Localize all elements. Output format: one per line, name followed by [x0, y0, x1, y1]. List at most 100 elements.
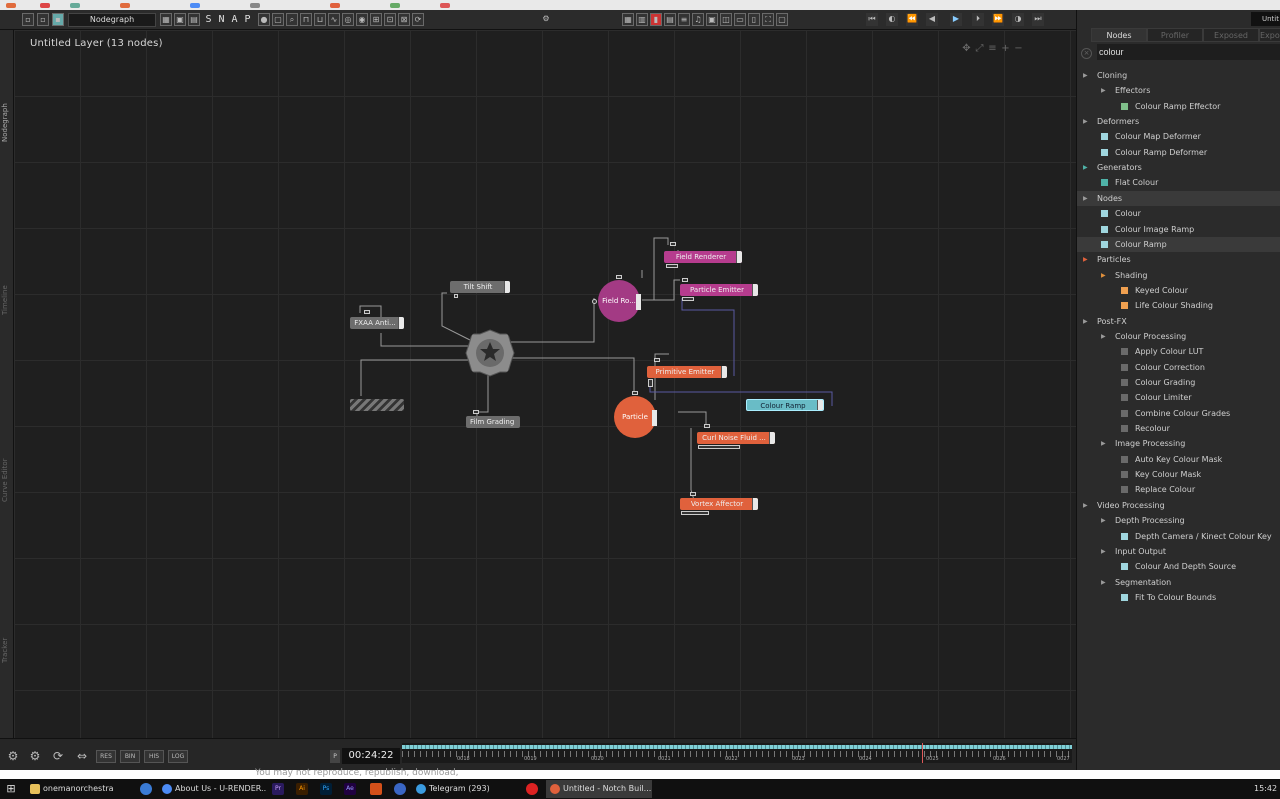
vr-icon[interactable]: ◫ — [720, 13, 732, 26]
tree-item[interactable]: Colour — [1077, 206, 1280, 221]
node-input-pin[interactable] — [616, 275, 622, 279]
tree-item[interactable]: Flat Colour — [1077, 175, 1280, 190]
camera-icon[interactable]: ▣ — [706, 13, 718, 26]
tab-exposed-2[interactable]: Exposed — [1259, 28, 1280, 42]
stack-icon[interactable]: ≡ — [678, 13, 690, 26]
node-field-renderer[interactable]: Field Renderer — [664, 251, 742, 263]
wire-step-icon[interactable]: ⊔ — [314, 13, 326, 26]
tree-item[interactable]: Colour Correction — [1077, 360, 1280, 375]
tree-item[interactable]: Colour Limiter — [1077, 390, 1280, 405]
node-fxaa[interactable]: FXAA Anti... — [350, 317, 404, 329]
particle-root-handle[interactable] — [652, 410, 657, 426]
wire-curve-icon[interactable]: ∿ — [328, 13, 340, 26]
waveform-icon[interactable]: ▤ — [664, 13, 676, 26]
node-input-pin[interactable] — [670, 242, 676, 246]
particle-root-node[interactable]: Particle — [614, 396, 656, 438]
node-colour-ramp[interactable]: Colour Ramp — [746, 399, 824, 411]
app-icon[interactable] — [140, 783, 152, 795]
node-tilt-shift[interactable]: Tilt Shift — [450, 281, 510, 293]
tab-tracker[interactable]: Tracker — [1, 630, 13, 670]
output-icon[interactable]: ▢ — [776, 13, 788, 26]
tree-item[interactable]: Colour Image Ramp — [1077, 222, 1280, 237]
node-disabled-placeholder[interactable] — [350, 399, 404, 411]
expand-arrow-icon[interactable]: ▶ — [1101, 436, 1106, 451]
tree-item[interactable]: Key Colour Mask — [1077, 467, 1280, 482]
tree-group[interactable]: ▶ Cloning — [1077, 68, 1280, 83]
node-input-pin[interactable] — [632, 391, 638, 395]
tree-group[interactable]: ▶ Post-FX — [1077, 314, 1280, 329]
link-icon[interactable]: ⊡ — [384, 13, 396, 26]
his-button[interactable]: HIS — [144, 750, 164, 763]
tree-group[interactable]: ▶ Colour Processing — [1077, 329, 1280, 344]
log-button[interactable]: LOG — [168, 750, 188, 763]
tree-group[interactable]: ▶ Deformers — [1077, 114, 1280, 129]
timecode-display[interactable]: 00:24:22 — [342, 748, 400, 764]
settings-icon[interactable]: ⚙ — [5, 748, 21, 764]
settings-gear-icon[interactable]: ⚙ — [540, 13, 552, 26]
tree-item[interactable]: Life Colour Shading — [1077, 298, 1280, 313]
expand-arrow-icon[interactable]: ▶ — [1083, 498, 1088, 513]
expand-arrow-icon[interactable]: ▶ — [1101, 83, 1106, 98]
settings-advanced-icon[interactable]: ⚙ — [27, 748, 43, 764]
node-output-pins[interactable] — [648, 379, 653, 387]
record-icon[interactable]: ● — [258, 13, 270, 26]
tree-group[interactable]: ▶ Generators — [1077, 160, 1280, 175]
refresh-icon[interactable]: ⟳ — [50, 748, 66, 764]
step-back-icon[interactable]: ◀ — [926, 13, 938, 26]
snap-p[interactable]: P — [242, 13, 253, 26]
tree-group[interactable]: ▶ Effectors — [1077, 83, 1280, 98]
node-output-pins[interactable] — [666, 264, 678, 268]
snap-n[interactable]: N — [216, 13, 227, 26]
expand-arrow-icon[interactable]: ▶ — [1101, 544, 1106, 559]
app-icon[interactable] — [370, 783, 382, 795]
zoom-icon[interactable]: ⌕ — [286, 13, 298, 26]
tree-group[interactable]: ▶ Input Output — [1077, 544, 1280, 559]
tree-group[interactable]: ▶ Video Processing — [1077, 498, 1280, 513]
node-search-input[interactable] — [1097, 44, 1280, 60]
node-input-pin[interactable] — [473, 410, 479, 414]
taskbar-item-browser[interactable]: About Us - U-RENDER... — [162, 780, 266, 798]
expand-arrow-icon[interactable]: ▶ — [1083, 160, 1088, 175]
snap-a[interactable]: A — [229, 13, 240, 26]
root-layer-gear-icon[interactable] — [464, 328, 516, 378]
node-particle-emitter[interactable]: Particle Emitter — [680, 284, 758, 296]
nodegraph-canvas[interactable]: Untitled Layer (13 nodes) ✥ ⤢ ≡ + − Tilt… — [14, 30, 1076, 738]
prev-key-icon[interactable]: ◐ — [886, 13, 898, 26]
tree-group[interactable]: ▶ Particles — [1077, 252, 1280, 267]
tree-item[interactable]: Keyed Colour — [1077, 283, 1280, 298]
panel-selector[interactable]: Nodegraph — [68, 13, 156, 27]
cache-icon[interactable]: ◉ — [356, 13, 368, 26]
photoshop-icon[interactable]: Ps — [320, 783, 332, 795]
tree-item[interactable]: Fit To Colour Bounds — [1077, 590, 1280, 605]
node-input-pin[interactable] — [654, 358, 660, 362]
refresh-icon[interactable]: ⟳ — [412, 13, 424, 26]
node-output-pins[interactable] — [682, 297, 694, 301]
monitor-icon[interactable]: ▯ — [748, 13, 760, 26]
arrows-icon[interactable]: ⇔ — [74, 748, 90, 764]
node-vortex-affector[interactable]: Vortex Affector — [680, 498, 758, 510]
expand-arrow-icon[interactable]: ▶ — [1101, 513, 1106, 528]
clear-search-icon[interactable]: × — [1081, 48, 1092, 59]
next-key-icon[interactable]: ◑ — [1012, 13, 1024, 26]
tab-timeline[interactable]: Timeline — [1, 280, 13, 320]
tree-item[interactable]: Recolour — [1077, 421, 1280, 436]
tree-item[interactable]: Colour Map Deformer — [1077, 129, 1280, 144]
node-output-pin[interactable] — [454, 294, 458, 298]
save-file-icon[interactable]: ▪ — [52, 13, 64, 26]
field-root-node[interactable]: Field Ro... — [598, 280, 640, 322]
playhead[interactable] — [922, 743, 923, 763]
taskbar-item-telegram[interactable]: Telegram (293) — [416, 780, 520, 798]
tree-group[interactable]: ▶ Depth Processing — [1077, 513, 1280, 528]
audio-icon[interactable]: ♫ — [692, 13, 704, 26]
node-curl-noise[interactable]: Curl Noise Fluid ... — [697, 432, 775, 444]
taskbar-item-folder[interactable]: onemanorchestra — [30, 780, 140, 798]
tree-group[interactable]: ▶ Segmentation — [1077, 575, 1280, 590]
fast-forward-icon[interactable]: ⏩ — [992, 13, 1004, 26]
premiere-icon[interactable]: Pr — [272, 783, 284, 795]
expand-arrow-icon[interactable]: ▶ — [1101, 329, 1106, 344]
timeline-ruler[interactable]: 0018 0019 0020 0021 0022 0023 0024 0025 … — [402, 743, 1072, 763]
tab-nodegraph[interactable]: Nodegraph — [1, 98, 13, 148]
node-input-pin[interactable] — [364, 310, 370, 314]
opera-icon[interactable] — [526, 783, 538, 795]
new-file-icon[interactable]: ▫ — [22, 13, 34, 26]
